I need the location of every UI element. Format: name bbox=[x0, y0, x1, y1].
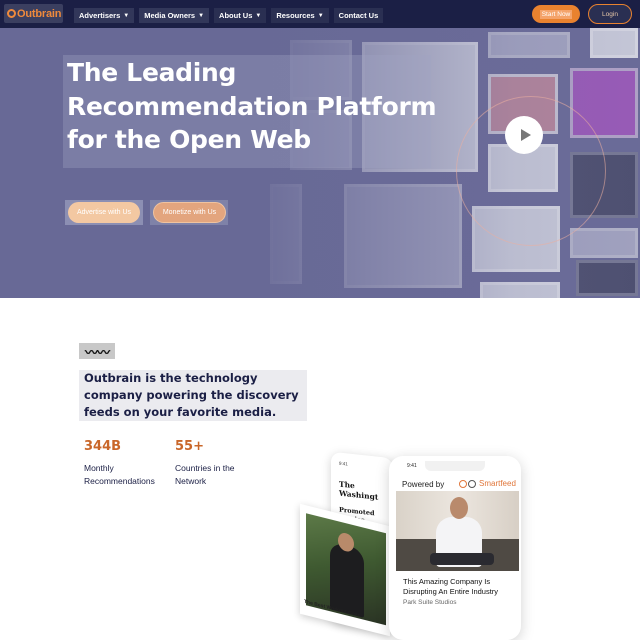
nav-item-media-owners[interactable]: Media Owners ▼ bbox=[139, 8, 210, 23]
phone-time: 9:41 bbox=[339, 460, 348, 467]
phone-time: 9:41 bbox=[407, 463, 417, 469]
play-icon bbox=[520, 129, 531, 141]
caret-down-icon: ▼ bbox=[317, 12, 324, 19]
stat-label-line: Network bbox=[175, 476, 207, 486]
photo-person-head bbox=[450, 497, 468, 519]
article-source: Park Suite Studios bbox=[403, 599, 457, 606]
play-video-button[interactable] bbox=[505, 116, 543, 154]
stat-label: Countries in the Network bbox=[175, 462, 265, 488]
article-photo bbox=[396, 491, 519, 571]
nav-item-resources[interactable]: Resources ▼ bbox=[271, 8, 329, 23]
logo-text: Outbrain bbox=[17, 7, 62, 20]
smartfeed-label: Smartfeed bbox=[479, 479, 516, 488]
about-text: Outbrain is the technology company power… bbox=[84, 371, 299, 419]
hero-title-line: for the Open Web bbox=[67, 125, 311, 154]
stat-countries: 55+ Countries in the Network bbox=[175, 439, 265, 488]
nav-item-contact-us[interactable]: Contact Us bbox=[333, 8, 384, 23]
monetize-with-us-button[interactable]: Monetize with Us bbox=[153, 202, 226, 223]
wave-icon: 〰〰 bbox=[79, 343, 115, 361]
caret-down-icon: ▼ bbox=[198, 12, 205, 19]
phone-notch bbox=[425, 461, 485, 471]
stat-label: Monthly Recommendations bbox=[84, 462, 174, 488]
hero-title-line: Recommendation Platform bbox=[67, 91, 437, 121]
stat-label-line: Countries in the bbox=[175, 463, 235, 473]
start-now-button[interactable]: Start Now bbox=[532, 5, 580, 23]
nav-item-label: Media Owners bbox=[144, 11, 196, 20]
login-button[interactable]: Login bbox=[588, 4, 632, 24]
publisher-masthead: The Washingt bbox=[339, 479, 379, 502]
phone-mockup-front: 9:41 Powered by Smartfeed This Amazing C… bbox=[389, 456, 521, 640]
top-nav: Outbrain Advertisers ▼ Media Owners ▼ Ab… bbox=[0, 0, 640, 28]
caret-down-icon: ▼ bbox=[123, 12, 130, 19]
nav-item-label: Contact Us bbox=[338, 11, 379, 20]
powered-by-label: Powered by bbox=[402, 480, 445, 489]
hero-title-line: The Leading bbox=[67, 58, 237, 87]
nav-item-about-us[interactable]: About Us ▼ bbox=[214, 8, 267, 23]
advertise-with-us-button[interactable]: Advertise with Us bbox=[68, 202, 140, 223]
logo-mark-icon bbox=[7, 9, 16, 18]
nav-item-advertisers[interactable]: Advertisers ▼ bbox=[74, 8, 135, 23]
smartfeed-logo-icon bbox=[459, 479, 467, 488]
phone-mockup-side: The Best Workout Gear bbox=[300, 503, 390, 637]
stat-label-line: Recommendations bbox=[84, 476, 155, 486]
smartfeed-brand: Smartfeed bbox=[459, 479, 516, 488]
nav-item-label: Advertisers bbox=[79, 11, 121, 20]
caret-down-icon: ▼ bbox=[255, 12, 262, 19]
article-headline: This Amazing Company Is Disrupting An En… bbox=[403, 577, 499, 596]
photo-person-legs bbox=[430, 553, 494, 565]
stat-monthly-recommendations: 344B Monthly Recommendations bbox=[84, 439, 174, 488]
nav-item-label: Resources bbox=[276, 11, 315, 20]
start-now-label: Start Now bbox=[539, 9, 573, 19]
smartfeed-logo-icon bbox=[468, 479, 476, 488]
outbrain-logo[interactable]: Outbrain bbox=[4, 4, 63, 23]
nav-menu: Advertisers ▼ Media Owners ▼ About Us ▼ … bbox=[74, 8, 384, 23]
stat-label-line: Monthly bbox=[84, 463, 114, 473]
hero-title: The Leading Recommendation Platform for … bbox=[67, 56, 447, 157]
stat-value: 344B bbox=[84, 439, 122, 454]
nav-item-label: About Us bbox=[219, 11, 253, 20]
stat-value: 55+ bbox=[175, 439, 204, 454]
